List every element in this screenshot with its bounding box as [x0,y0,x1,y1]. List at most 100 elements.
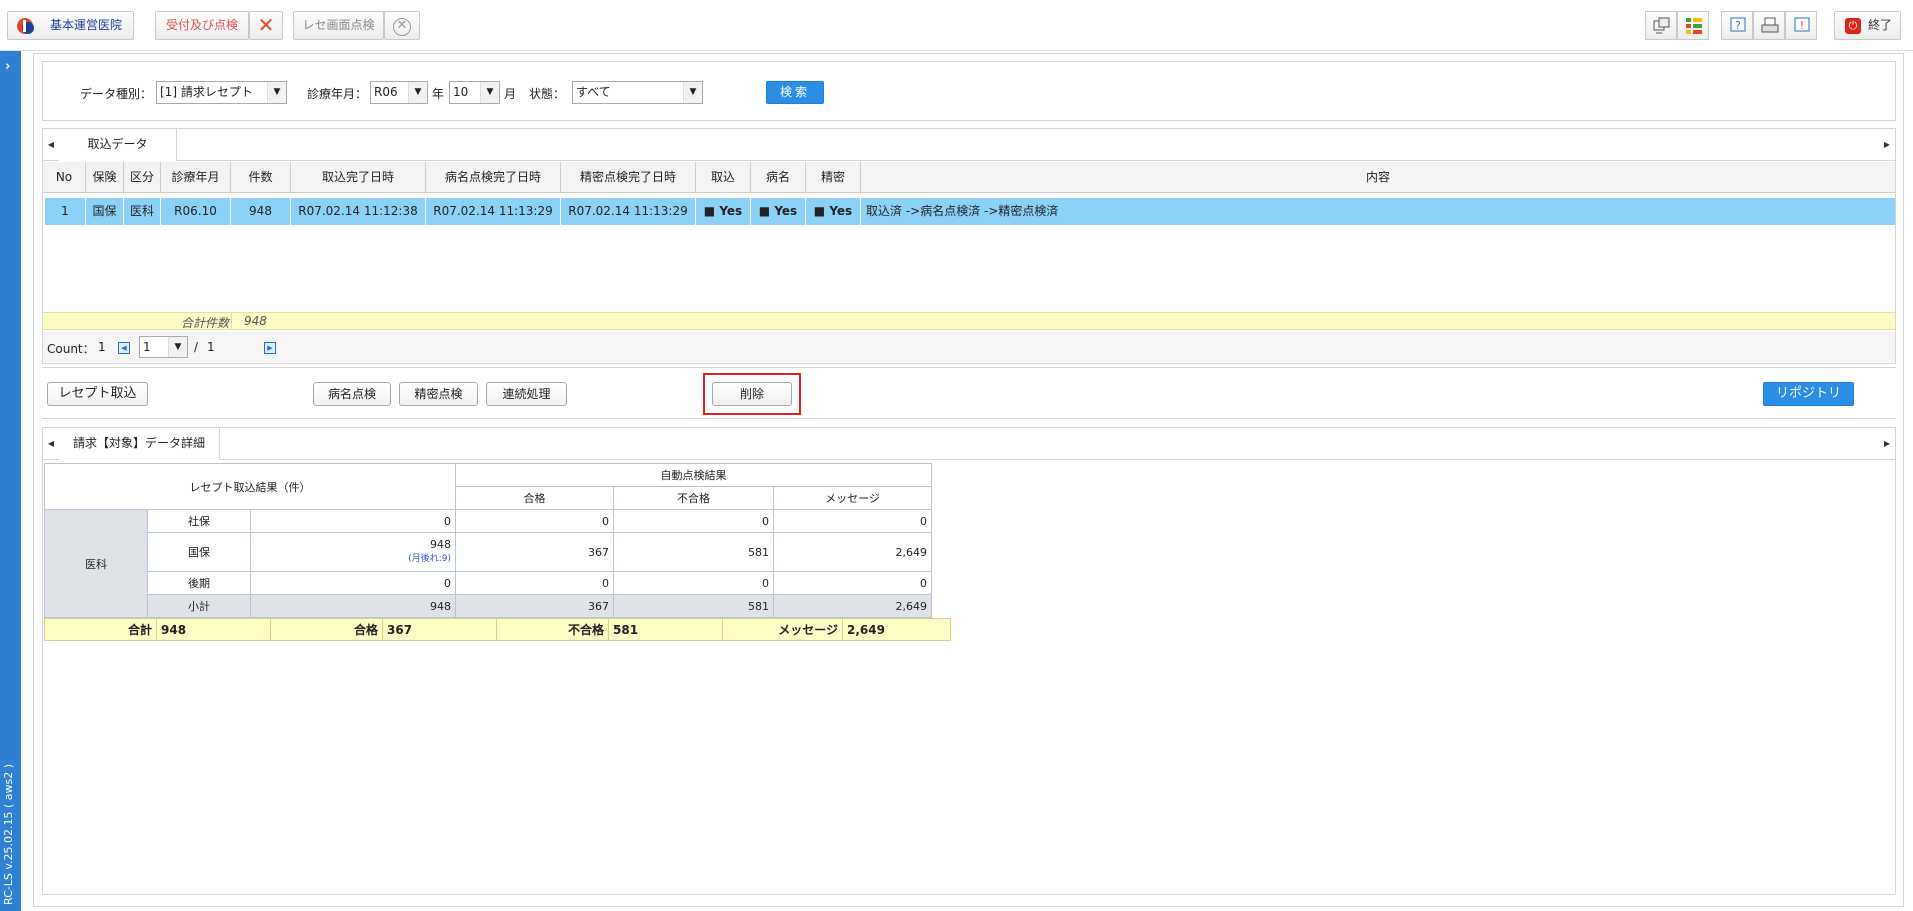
clinic-button[interactable]: 基本運営医院 [7,11,134,40]
group-label: 医科 [44,509,148,618]
notice-button[interactable]: ! [1785,11,1817,40]
tab-scroll-right-icon[interactable]: ▶ [1879,428,1895,459]
pass-cell: 0 [455,571,614,595]
col-header[interactable]: 保険 [86,162,124,192]
col-header[interactable]: 病名 [751,162,806,192]
fail-cell: 581 [613,532,774,572]
total-divider [231,313,232,329]
tab-claim-detail[interactable]: 請求【対象】データ詳細 [59,428,220,460]
col-header[interactable]: 取込完了日時 [291,162,426,192]
fail-cell: 0 [613,571,774,595]
cell-disease-flag: ■ Yes [751,198,806,225]
summary-total-label: 合計 [44,618,157,641]
help-icon: ? [1730,17,1746,32]
cell-date: R06.10 [161,198,231,225]
close-reception-button[interactable]: ✕ [249,11,283,40]
year-suffix: 年 [432,87,445,101]
detail-tab-bar: ◀ 請求【対象】データ詳細 ▶ [43,428,1895,460]
cell-import-done: R07.02.14 11:12:38 [291,198,426,225]
tab-import-data[interactable]: 取込データ [59,129,177,161]
side-panel-toggle[interactable]: › RC-LS v.25.02.15 ( aws2 ) [0,51,21,911]
col-header[interactable]: 精密 [806,162,861,192]
receipt-import-button[interactable]: レセプト取込 [47,382,148,406]
status-list-icon [1686,18,1702,34]
total-label: 合計件数 [181,316,230,330]
svg-text:?: ? [1735,19,1741,32]
era-value: R06 [374,85,398,99]
cell-import-flag: ■ Yes [696,198,751,225]
search-button[interactable]: 検索 [766,81,824,104]
chevron-right-icon: › [5,59,11,74]
summary-pass-value: 367 [382,618,497,641]
exit-button-label: 終了 [1868,18,1893,32]
row-label: 後期 [147,571,251,595]
cell-insurance: 国保 [86,198,124,225]
transfer-button[interactable] [1645,11,1677,40]
month-select[interactable]: 10 ▼ [449,81,500,104]
detail-table: レセプト取込結果（件） 自動点検結果 合格 不合格 メッセージ 医科 社保 0 … [44,463,932,618]
status-list-button[interactable] [1677,11,1709,40]
clinic-logo-icon [17,18,34,34]
col-header[interactable]: 内容 [861,162,1895,192]
message-cell: 0 [773,509,932,533]
count-label: Count： [47,342,95,356]
detailed-check-button[interactable]: 精密点検 [399,382,478,406]
svg-text:!: ! [1800,19,1804,32]
close-icon: ✕ [257,13,275,37]
cell-detailed-flag: ■ Yes [806,198,861,225]
rese-check-button[interactable]: レセ画面点検 [293,11,384,40]
print-button[interactable] [1753,11,1785,40]
total-value: 948 [244,314,267,328]
exit-button[interactable]: ⏻ 終了 [1834,11,1901,40]
col-header[interactable]: 診療年月 [161,162,231,192]
data-type-select[interactable]: [1] 請求レセプト ▼ [156,81,287,104]
repository-button[interactable]: リポジトリ [1763,382,1854,406]
table-row[interactable]: 1 国保 医科 R06.10 948 R07.02.14 11:12:38 R0… [45,198,1895,225]
disease-check-button[interactable]: 病名点検 [313,382,391,406]
pass-cell: 0 [455,509,614,533]
col-header[interactable]: 区分 [124,162,161,192]
print-icon [1761,17,1779,33]
col-header[interactable]: 病名点検完了日時 [426,162,561,192]
import-tab-bar: ◀ 取込データ ▶ [43,129,1895,161]
col-header[interactable]: 取込 [696,162,751,192]
page-value: 1 [143,340,151,354]
fail-cell: 0 [613,509,774,533]
reception-check-button[interactable]: 受付及び点検 [155,11,249,40]
next-page-icon[interactable]: ▶ [264,342,276,354]
col-header[interactable]: 精密点検完了日時 [561,162,696,192]
count-cell: 0 [250,571,456,595]
summary-table: 合計 948 合格 367 不合格 581 メッセージ 2,649 [44,618,951,641]
count-cell: 948 (月後れ:9) [250,532,456,572]
tab-scroll-left-icon[interactable]: ◀ [43,428,59,459]
close-rese-button[interactable]: ✕ [384,11,420,40]
count-value: 1 [98,340,106,354]
col-header[interactable]: 件数 [231,162,291,192]
cell-disease-done: R07.02.14 11:13:29 [426,198,561,225]
fail-header: 不合格 [613,486,774,510]
import-grid-header: No 保険 区分 診療年月 件数 取込完了日時 病名点検完了日時 精密点検完了日… [43,162,1895,193]
chevron-down-icon: ▼ [480,82,499,103]
col-header[interactable]: No [43,162,86,192]
power-icon: ⏻ [1845,18,1861,34]
message-header: メッセージ [773,486,932,510]
summary-message-value: 2,649 [842,618,951,641]
cell-no: 1 [45,198,86,225]
summary-pass-label: 合格 [270,618,383,641]
page-select[interactable]: 1 ▼ [139,336,188,358]
grid-total-row: 合計件数 948 [43,312,1895,330]
summary-message-label: メッセージ [722,618,843,641]
tab-scroll-left-icon[interactable]: ◀ [43,129,59,160]
late-note: (月後れ:9) [408,554,451,564]
subtotal-fail: 581 [613,594,774,618]
help-button[interactable]: ? [1721,11,1753,40]
message-cell: 0 [773,571,932,595]
prev-page-icon[interactable]: ◀ [118,342,130,354]
tab-scroll-right-icon[interactable]: ▶ [1879,129,1895,160]
row-label: 社保 [147,509,251,533]
delete-button[interactable]: 削除 [712,382,792,406]
clinic-button-label: 基本運営医院 [50,18,123,32]
status-select[interactable]: すべて ▼ [572,81,703,104]
continuous-process-button[interactable]: 連続処理 [486,382,567,406]
era-select[interactable]: R06 ▼ [370,81,428,104]
